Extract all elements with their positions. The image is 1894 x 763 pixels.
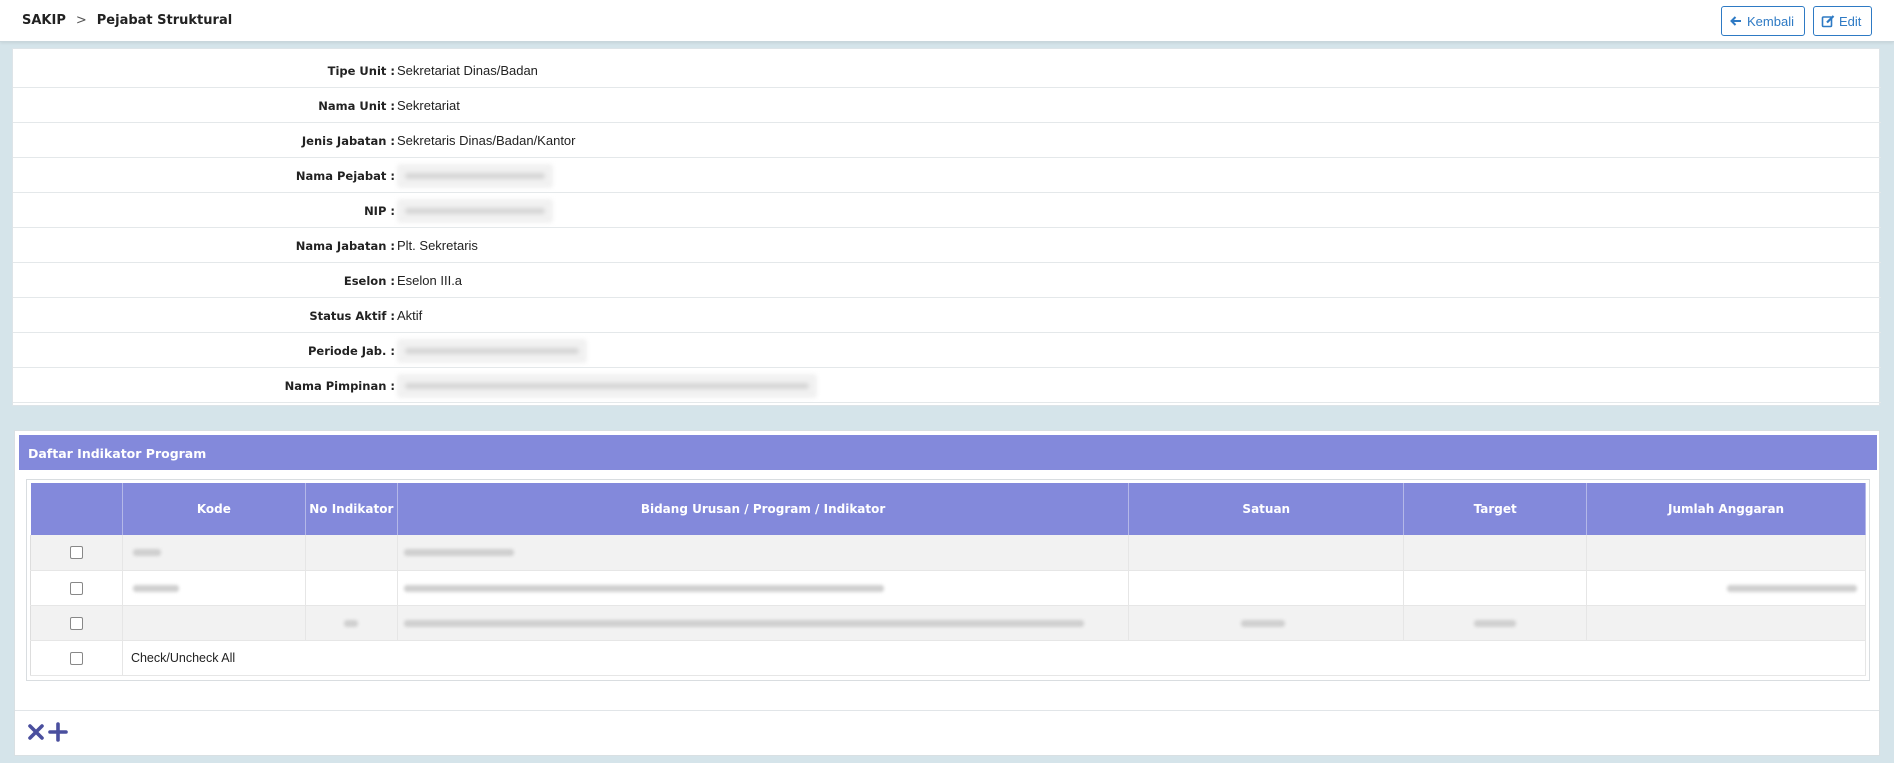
check-all-cell [30,640,123,676]
no-indikator-cell [305,570,398,606]
detail-row-tipe-unit: Tipe Unit : Sekretariat Dinas/Badan [13,53,1881,88]
kode-cell [122,570,306,606]
detail-value: Sekretaris Dinas/Badan/Kantor [397,133,576,148]
breadcrumb: SAKIP > Pejabat Struktural [22,13,232,28]
indikator-table: Kode No Indikator Bidang Urusan / Progra… [30,483,1867,676]
target-cell [1403,535,1588,571]
redacted-value [403,549,514,556]
redacted-value [1241,619,1286,627]
detail-label: Nama Unit : [318,99,395,113]
program-cell [397,605,1130,641]
redacted-value [1727,584,1858,592]
indikator-program-panel: Daftar Indikator Program Kode No Indikat… [14,430,1880,756]
plus-icon[interactable] [47,721,69,743]
panel-title: Daftar Indikator Program [19,435,1877,470]
detail-value: Sekretariat [397,98,460,113]
detail-row-eselon: Eselon : Eselon III.a [13,263,1881,298]
kode-cell [122,535,306,571]
breadcrumb-separator: > [75,13,87,28]
target-cell [1403,605,1588,641]
detail-label: Periode Jab. : [307,344,395,358]
target-cell [1403,570,1588,606]
check-all-checkbox[interactable] [69,651,83,665]
detail-row-status-aktif: Status Aktif : Aktif [13,298,1881,333]
column-header-satuan: Satuan [1128,483,1405,535]
detail-label: NIP : [364,204,395,218]
row-select-cell [30,605,123,641]
program-cell [397,535,1130,571]
column-header-kode: Kode [122,483,306,535]
top-bar: SAKIP > Pejabat Struktural Kembali Edit [0,0,1894,42]
column-header-jumlah-anggaran: Jumlah Anggaran [1586,483,1866,535]
anggaran-cell [1586,535,1866,571]
back-button-label: Kembali [1747,13,1794,29]
detail-label: Jenis Jabatan : [301,134,395,148]
redacted-value [403,619,1084,627]
detail-label: Nama Jabatan : [295,239,395,253]
redacted-value [132,584,179,592]
kode-cell [122,605,306,641]
row-select-cell [30,535,123,571]
program-cell [397,570,1130,606]
redacted-value [397,374,817,398]
table-container: Kode No Indikator Bidang Urusan / Progra… [26,479,1870,681]
detail-value: Sekretariat Dinas/Badan [397,63,538,78]
detail-card: Tipe Unit : Sekretariat Dinas/Badan Nama… [12,48,1881,406]
detail-row-nama-pimpinan: Nama Pimpinan : [13,368,1881,403]
close-icon[interactable] [25,721,47,743]
detail-label: Tipe Unit : [327,64,395,78]
breadcrumb-current: Pejabat Struktural [96,13,233,28]
detail-label: Nama Pejabat : [295,169,395,183]
detail-row-periode-jabatan: Periode Jab. : [13,333,1881,368]
detail-label: Status Aktif : [309,309,395,323]
satuan-cell [1128,570,1405,606]
row-checkbox[interactable] [69,581,83,595]
table-row [30,605,1866,641]
table-header-row: Kode No Indikator Bidang Urusan / Progra… [30,483,1866,535]
edit-icon [1821,15,1835,28]
detail-value: Aktif [397,308,423,323]
edit-button[interactable]: Edit [1813,6,1872,36]
column-header-program: Bidang Urusan / Program / Indikator [397,483,1130,535]
breadcrumb-root[interactable]: SAKIP [22,13,66,28]
detail-row-nama-jabatan: Nama Jabatan : Plt. Sekretaris [13,228,1881,263]
no-indikator-cell [305,535,398,571]
column-header-no-indikator: No Indikator [305,483,398,535]
table-row [30,570,1866,606]
redacted-value [397,339,587,363]
redacted-value [403,584,884,592]
detail-row-nama-pejabat: Nama Pejabat : [13,158,1881,193]
redacted-value [1474,619,1517,627]
redacted-value [132,549,161,556]
column-header-select [30,483,123,535]
back-button[interactable]: Kembali [1721,6,1805,36]
detail-row-nama-unit: Nama Unit : Sekretariat [13,88,1881,123]
arrow-left-icon [1730,16,1741,26]
detail-label: Eselon : [343,274,395,288]
detail-label: Nama Pimpinan : [284,379,395,393]
redacted-value [397,199,553,223]
redacted-value [343,619,358,627]
anggaran-cell [1586,605,1866,641]
check-all-label[interactable]: Check/Uncheck All [122,640,1867,676]
satuan-cell [1128,535,1405,571]
row-checkbox[interactable] [69,616,83,630]
detail-value: Plt. Sekretaris [397,238,478,253]
detail-value: Eselon III.a [397,273,463,288]
redacted-value [397,164,553,188]
detail-row-jenis-jabatan: Jenis Jabatan : Sekretaris Dinas/Badan/K… [13,123,1881,158]
table-row [30,535,1866,571]
row-checkbox[interactable] [69,546,83,560]
anggaran-cell [1586,570,1866,606]
column-header-target: Target [1403,483,1588,535]
detail-row-nip: NIP : [13,193,1881,228]
no-indikator-cell [305,605,398,641]
satuan-cell [1128,605,1405,641]
row-select-cell [30,570,123,606]
panel-footer-divider [15,710,1879,711]
check-all-row: Check/Uncheck All [30,640,1867,676]
edit-button-label: Edit [1839,13,1862,29]
